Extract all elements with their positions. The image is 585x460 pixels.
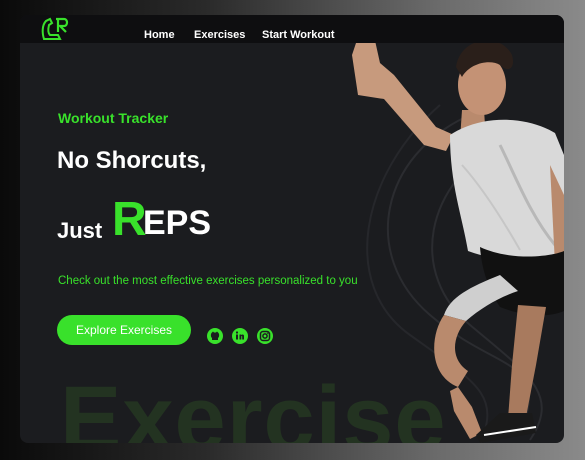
athlete-image (352, 25, 564, 443)
hero-tagline: Check out the most effective exercises p… (58, 275, 358, 287)
nav-home-link[interactable]: Home (144, 29, 175, 41)
hero-eyebrow: Workout Tracker (58, 110, 169, 126)
instagram-icon[interactable] (256, 327, 274, 345)
headline-just: Just (57, 218, 103, 243)
headline-eps: EPS (143, 204, 212, 242)
nav-start-workout-link[interactable]: Start Workout (262, 29, 335, 41)
linkedin-icon[interactable] (231, 327, 249, 345)
explore-exercises-button[interactable]: Explore Exercises (57, 315, 191, 345)
github-icon[interactable] (206, 327, 224, 345)
logo-icon[interactable] (40, 15, 70, 43)
hero-card: Exercise Home Exercises Start Workout Wo… (20, 15, 564, 443)
hero-headline: No Shorcuts, (57, 147, 207, 174)
headline-r-letter: R (112, 193, 147, 246)
nav-exercises-link[interactable]: Exercises (194, 29, 245, 41)
